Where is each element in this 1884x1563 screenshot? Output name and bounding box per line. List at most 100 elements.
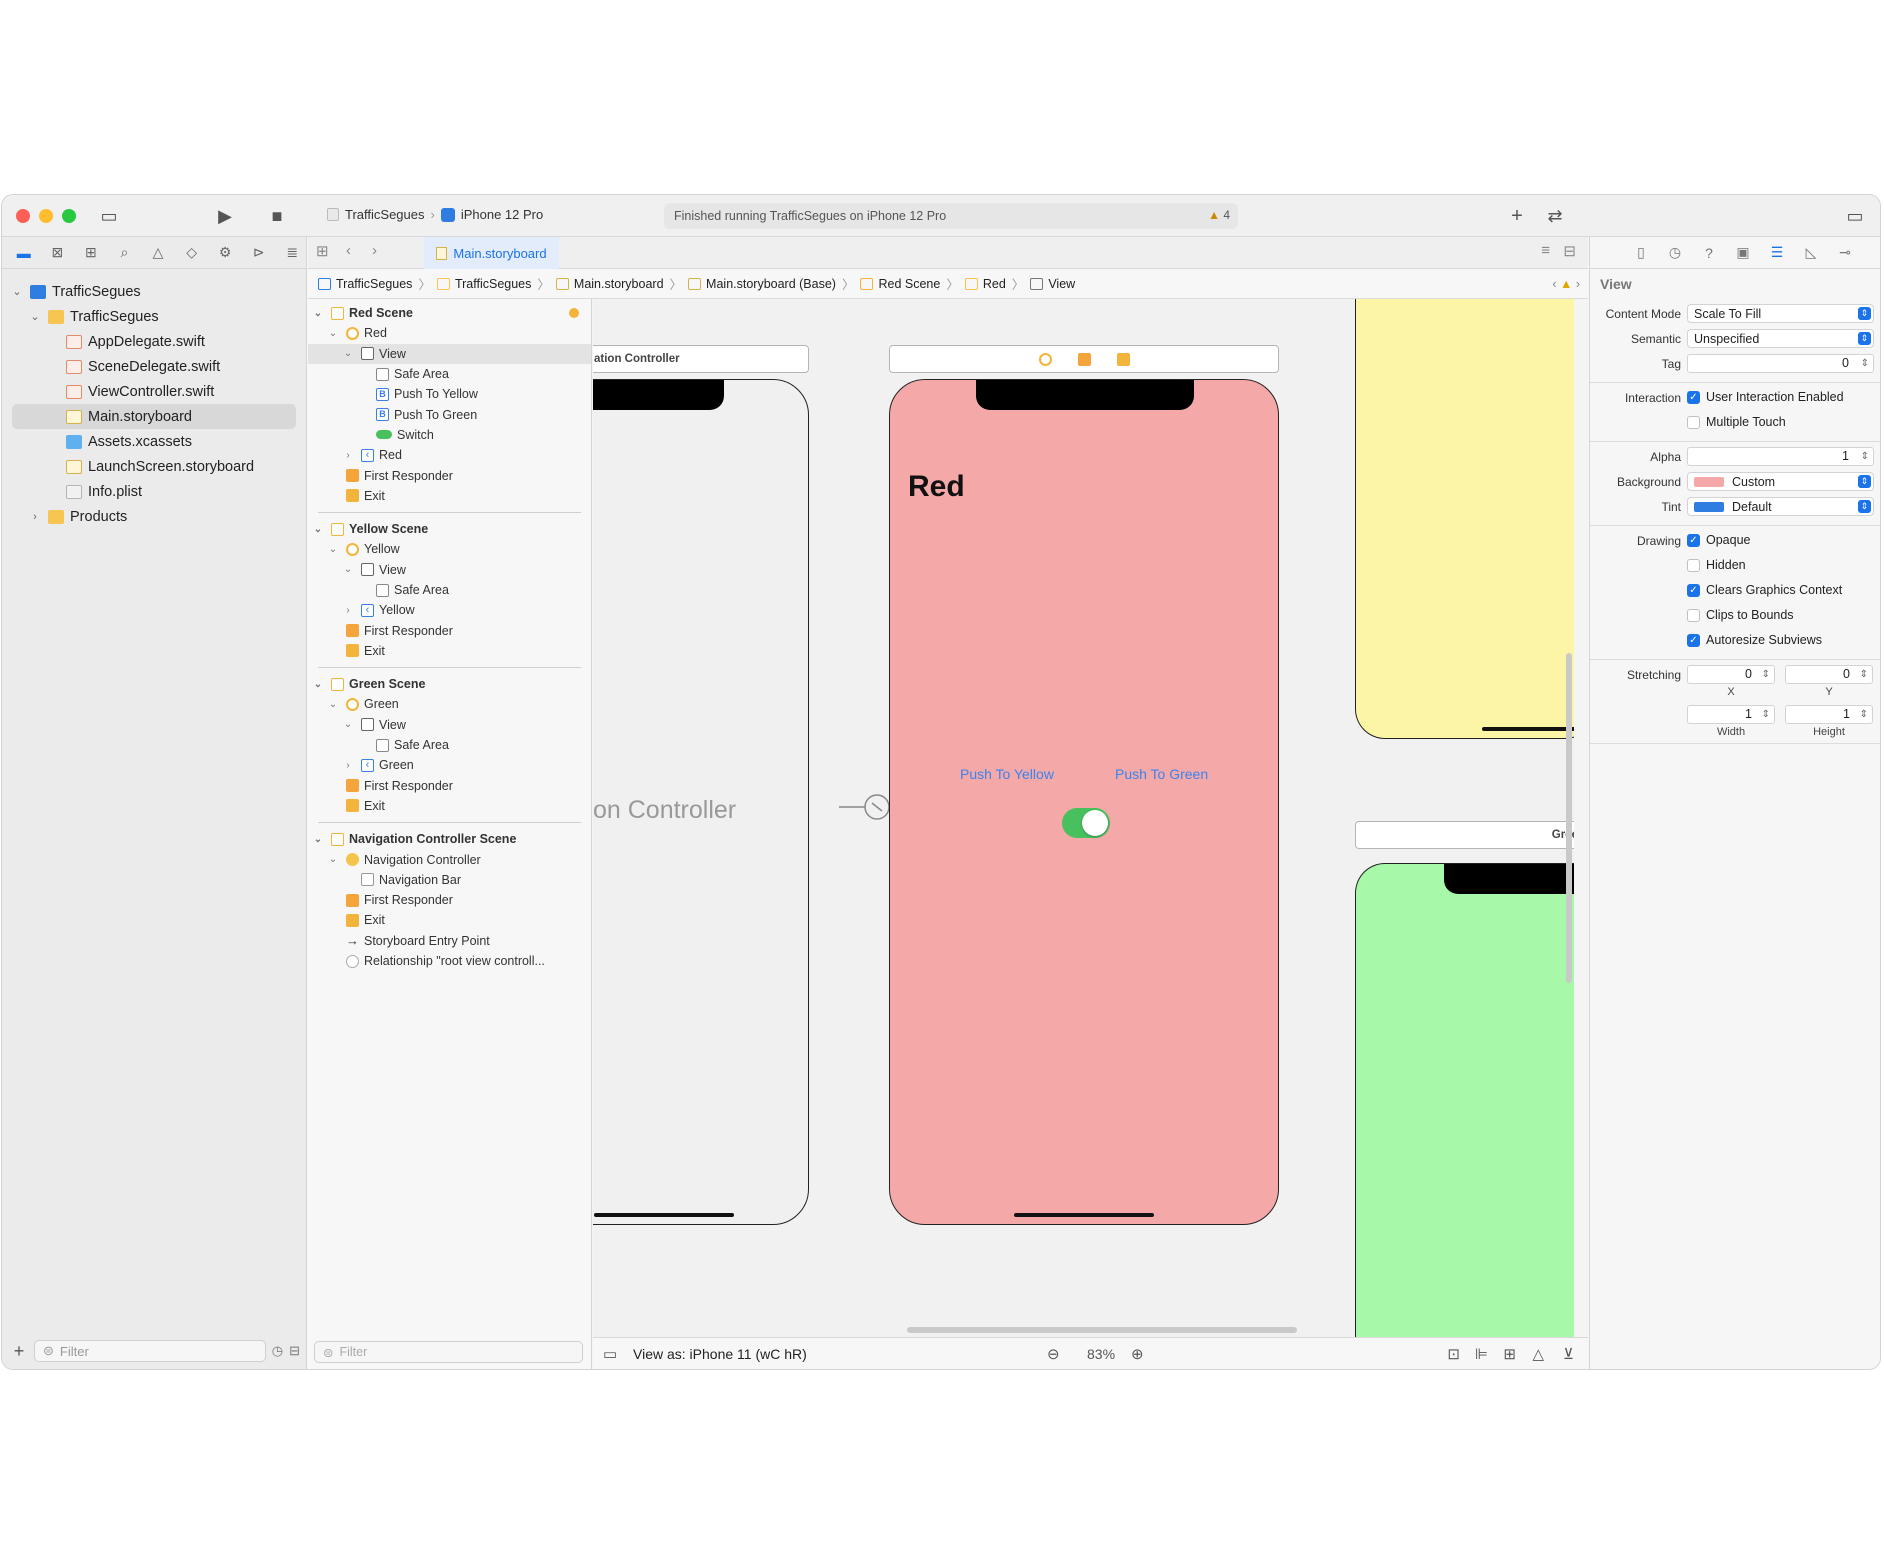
inspector-toggle-icon[interactable]: ▭ (1842, 204, 1868, 228)
outline-item[interactable]: › ‹ Red (308, 445, 591, 465)
navigator-item[interactable]: ViewController.swift (2, 379, 306, 404)
outline-item[interactable]: › ‹ Yellow (308, 600, 591, 620)
zoom-out-icon[interactable]: ⊖ (1047, 1345, 1060, 1363)
red-title-label[interactable]: Red (908, 470, 965, 504)
outline-item[interactable]: ⌄ Green (308, 694, 591, 714)
disclosure-expanded-icon[interactable]: ⌄ (10, 285, 24, 298)
back-arrow-icon[interactable]: ‹ (346, 242, 351, 259)
outline-item[interactable]: First Responder (308, 776, 591, 796)
resolve-issues-icon[interactable]: △ (1532, 1345, 1544, 1363)
stepper-icon[interactable]: ⇕ (1860, 706, 1868, 723)
project-navigator-tab-icon[interactable]: ▬ (10, 241, 38, 265)
red-view-frame[interactable]: Red Push To Yellow Push To Green (889, 379, 1279, 1225)
clears-graphics-checkbox[interactable]: ✓ Clears Graphics Context (1687, 583, 1842, 597)
navigator-filter-input[interactable]: ⊜ Filter (34, 1340, 266, 1362)
stepper-icon[interactable]: ⇕ (1762, 706, 1770, 723)
disclosure-expanded-icon[interactable]: ⌄ (340, 719, 356, 730)
navigator-item[interactable]: Assets.xcassets (2, 429, 306, 454)
outline-item[interactable]: ⌄ Red (308, 323, 591, 343)
warning-icon[interactable]: ▲ (1560, 277, 1572, 291)
view-controller-icon[interactable] (1038, 352, 1052, 366)
breakpoint-tab-icon[interactable]: ⊳ (245, 241, 273, 265)
tab-main-storyboard[interactable]: Main.storyboard (424, 237, 559, 269)
stepper-icon[interactable]: ⇕ (1860, 666, 1868, 683)
recent-files-icon[interactable]: ◷ (272, 1343, 283, 1359)
debug-tab-icon[interactable]: ⚙ (211, 241, 239, 265)
navigator-item[interactable]: ⌄ TrafficSegues (2, 279, 306, 304)
content-mode-popup[interactable]: Scale To Fill ⇕ (1687, 304, 1874, 323)
nav-controller-scene-bar[interactable]: ation Controller (593, 345, 809, 373)
outline-item[interactable]: Safe Area (308, 735, 591, 755)
outline-item[interactable]: Navigation Bar (308, 870, 591, 890)
outline-item[interactable]: Exit (308, 796, 591, 816)
previous-issue-icon[interactable]: ‹ (1552, 277, 1556, 291)
user-interaction-checkbox[interactable]: ✓ User Interaction Enabled (1687, 390, 1844, 404)
disclosure-collapsed-icon[interactable]: › (340, 450, 356, 461)
test-tab-icon[interactable]: ◇ (178, 241, 206, 265)
stepper-icon[interactable]: ⇕ (1762, 666, 1770, 683)
yellow-view-frame[interactable] (1355, 299, 1574, 739)
exit-icon[interactable] (1116, 352, 1130, 366)
report-tab-icon[interactable]: ≣ (279, 241, 307, 265)
split-editor-icon[interactable]: ⊟ (1563, 242, 1576, 260)
outline-item[interactable]: ⌄ View (308, 715, 591, 735)
update-frames-icon[interactable]: ⊡ (1447, 1345, 1460, 1363)
outline-item[interactable]: First Responder (308, 465, 591, 485)
breadcrumb-item[interactable]: TrafficSegues (436, 277, 531, 291)
alpha-field[interactable]: 1 ⇕ (1687, 447, 1874, 466)
first-responder-icon[interactable] (1077, 352, 1091, 366)
next-issue-icon[interactable]: › (1576, 277, 1580, 291)
navigator-item[interactable]: › Products (2, 504, 306, 529)
code-review-button[interactable]: ⇄ (1542, 204, 1568, 228)
outline-item[interactable]: → Storyboard Entry Point (308, 931, 591, 951)
symbol-tab-icon[interactable]: ⊞ (77, 241, 105, 265)
stretch-x-field[interactable]: 0 ⇕ (1687, 665, 1775, 684)
opaque-checkbox[interactable]: ✓ Opaque (1687, 533, 1750, 547)
stretch-y-field[interactable]: 0 ⇕ (1785, 665, 1873, 684)
navigator-item[interactable]: SceneDelegate.swift (2, 354, 306, 379)
disclosure-expanded-icon[interactable]: ⌄ (310, 834, 326, 845)
scm-filter-icon[interactable]: ⊟ (289, 1343, 300, 1359)
disclosure-expanded-icon[interactable]: ⌄ (340, 564, 356, 575)
close-window-button[interactable] (16, 209, 30, 223)
toggle-switch[interactable] (1062, 808, 1110, 838)
forward-arrow-icon[interactable]: › (372, 242, 377, 259)
breadcrumb-item[interactable]: Red (964, 277, 1006, 291)
disclosure-collapsed-icon[interactable]: › (340, 760, 356, 771)
breadcrumb-item[interactable]: Main.storyboard (555, 277, 664, 291)
help-inspector-icon[interactable]: ? (1696, 245, 1722, 261)
navigator-item[interactable]: ⌄ TrafficSegues (2, 304, 306, 329)
stop-button[interactable]: ■ (264, 204, 290, 228)
breadcrumb-item[interactable]: Red Scene (860, 277, 940, 291)
background-color-popup[interactable]: Custom ⇕ (1687, 472, 1874, 491)
outline-item[interactable]: Exit (308, 486, 591, 506)
outline-item[interactable]: ⌄ Yellow (308, 539, 591, 559)
align-icon[interactable]: ⊫ (1475, 1345, 1488, 1363)
autoresize-checkbox[interactable]: ✓ Autoresize Subviews (1687, 633, 1822, 647)
navigator-item[interactable]: Info.plist (2, 479, 306, 504)
green-view-frame[interactable] (1355, 863, 1574, 1337)
canvas-vertical-scrollbar[interactable] (1566, 653, 1572, 983)
tint-color-popup[interactable]: Default ⇕ (1687, 497, 1874, 516)
outline-item[interactable]: Relationship "root view controll... (308, 951, 591, 971)
warning-badge[interactable]: ▲ 4 (1208, 208, 1230, 222)
history-inspector-icon[interactable]: ◷ (1662, 244, 1688, 261)
semantic-popup[interactable]: Unspecified ⇕ (1687, 329, 1874, 348)
sidebar-toggle-icon[interactable]: ▭ (96, 204, 122, 228)
multiple-touch-checkbox[interactable]: Multiple Touch (1687, 415, 1786, 429)
clips-bounds-checkbox[interactable]: Clips to Bounds (1687, 608, 1794, 622)
push-to-green-button[interactable]: Push To Green (1115, 766, 1208, 782)
add-file-button[interactable]: + (10, 1341, 28, 1362)
outline-item[interactable]: ⌄ View (308, 560, 591, 580)
breadcrumb-item[interactable]: TrafficSegues (318, 277, 412, 291)
issue-tab-icon[interactable]: △ (144, 241, 172, 265)
find-tab-icon[interactable]: ⌕ (111, 241, 139, 265)
grid-icon[interactable]: ⊞ (316, 242, 329, 260)
breadcrumb-item[interactable]: View (1030, 277, 1075, 291)
stepper-icon[interactable]: ⇕ (1861, 448, 1869, 465)
outline-toggle-icon[interactable]: ▭ (603, 1345, 617, 1363)
connections-inspector-icon[interactable]: ⊸ (1832, 244, 1858, 261)
disclosure-expanded-icon[interactable]: ⌄ (340, 348, 356, 359)
green-scene-bar[interactable]: Green (1355, 821, 1574, 849)
outline-item[interactable]: Exit (308, 910, 591, 930)
